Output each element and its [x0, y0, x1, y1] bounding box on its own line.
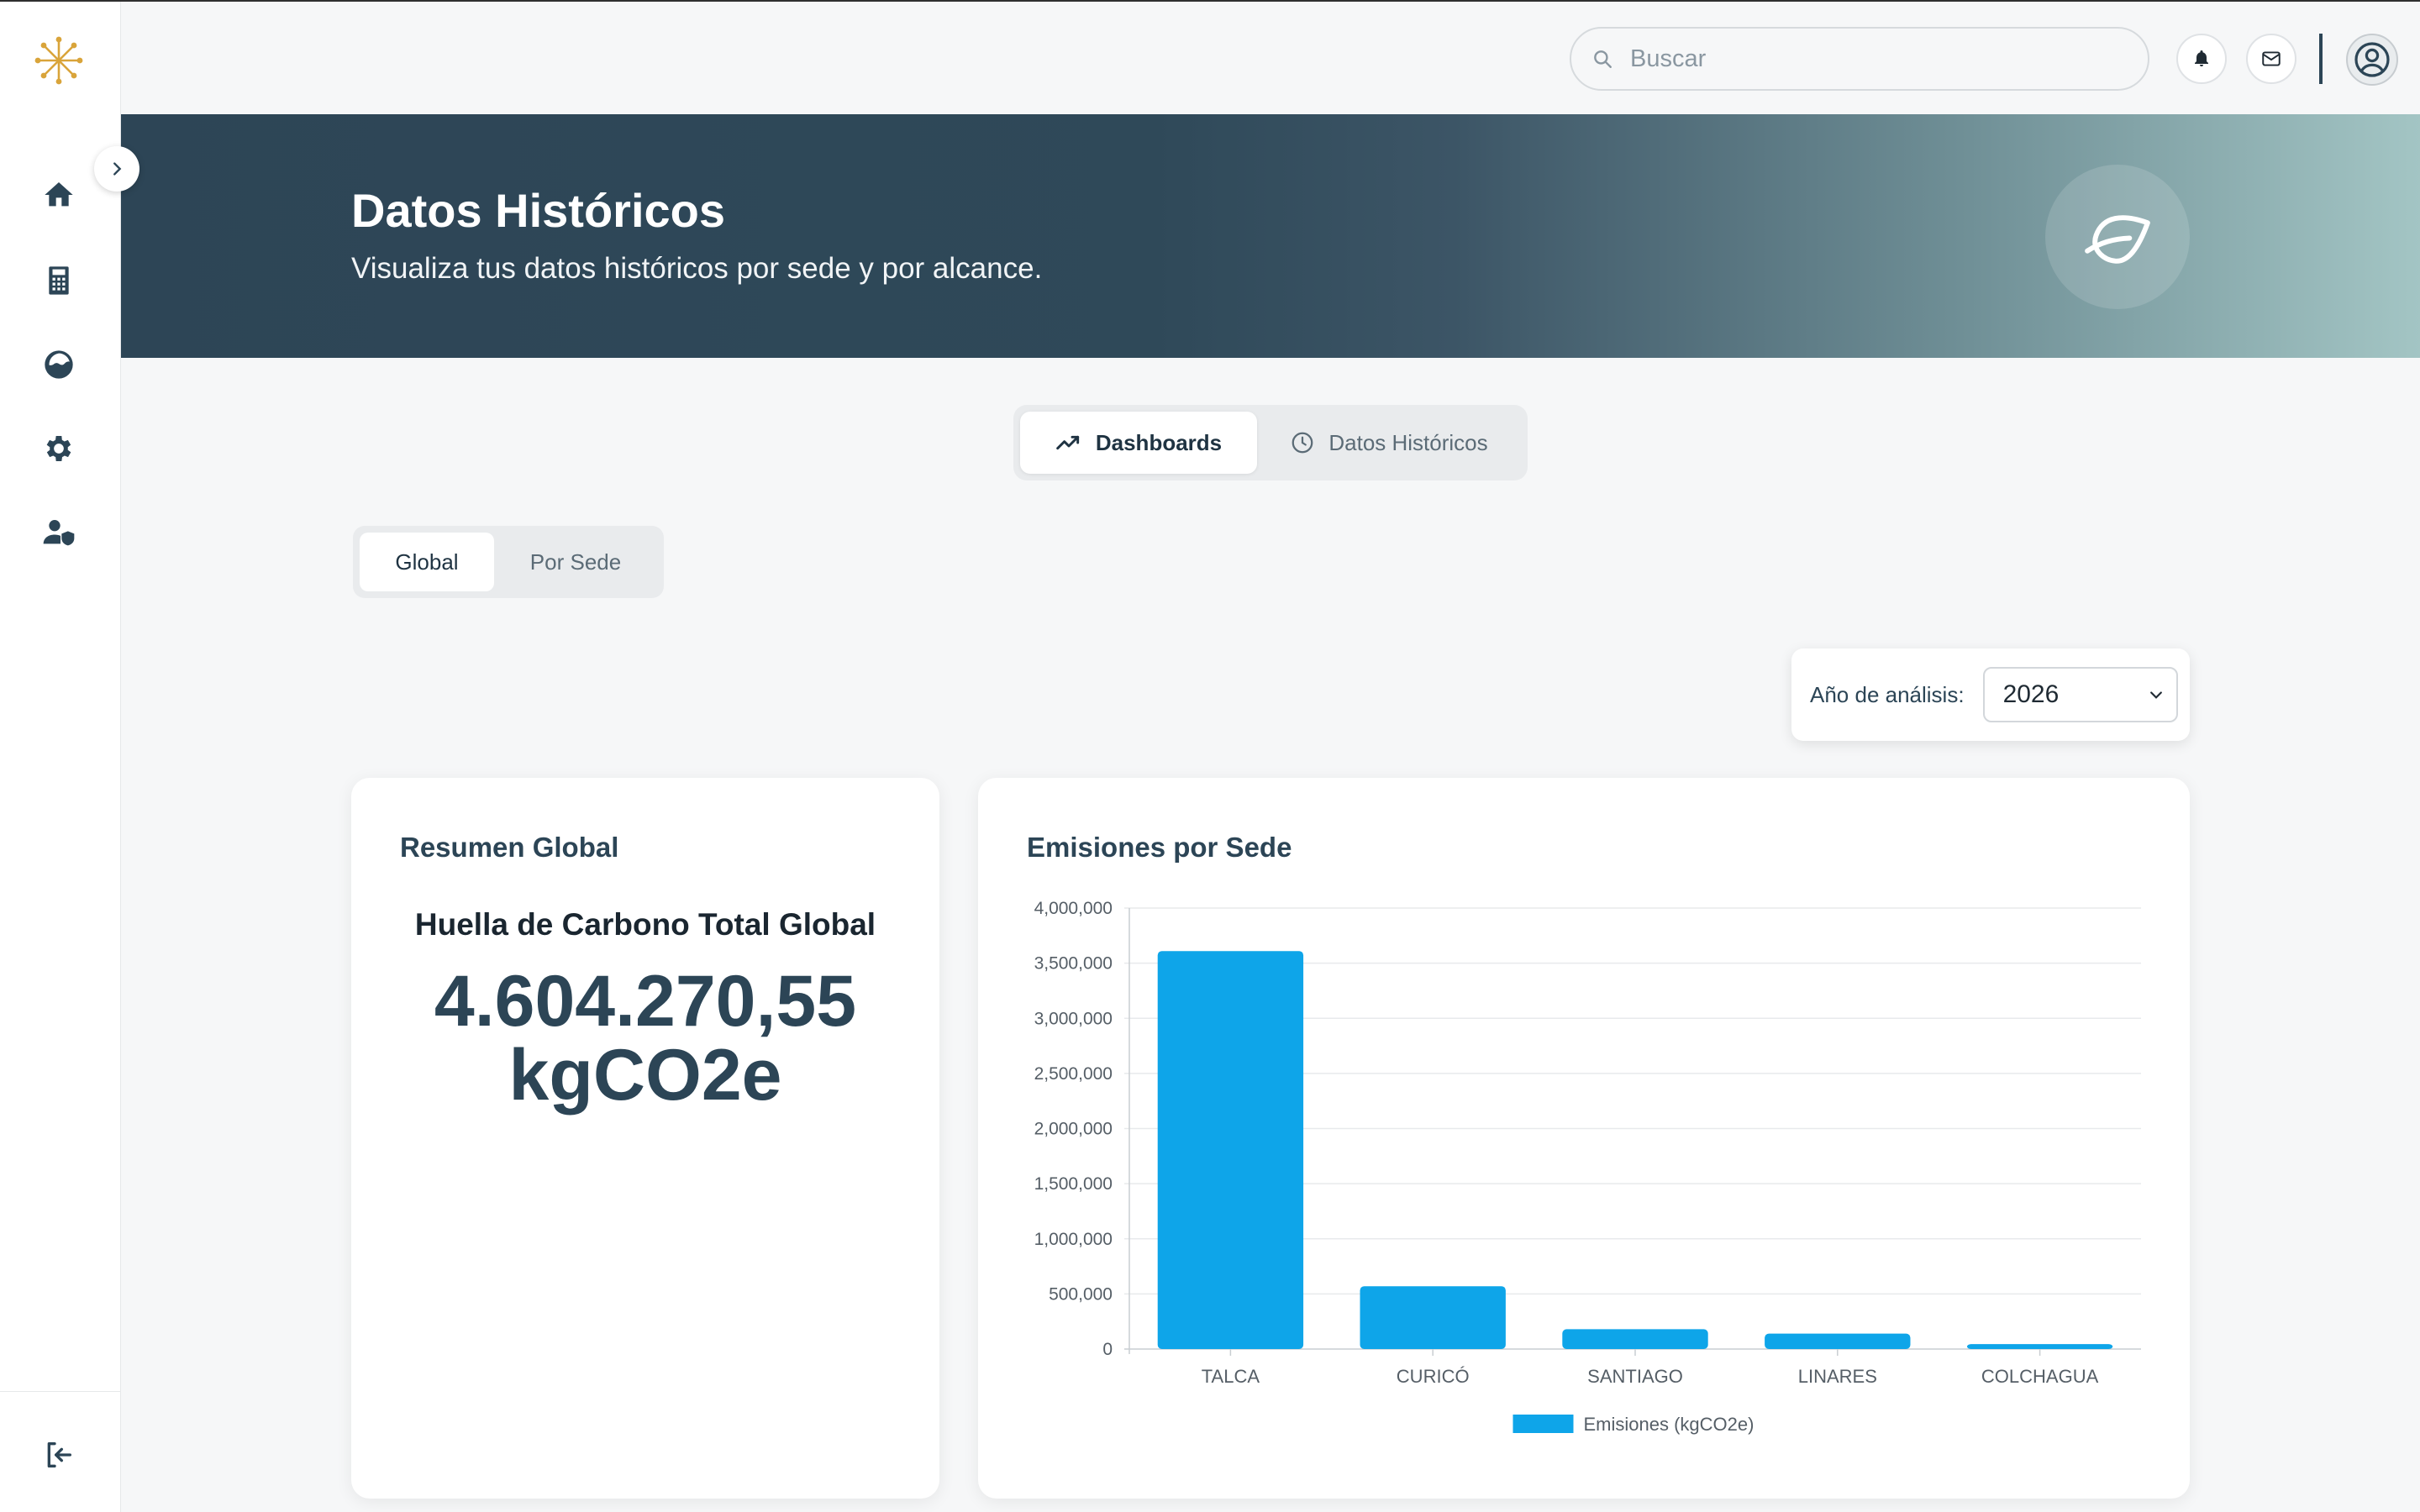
year-select-value: 2026	[2002, 680, 2060, 708]
messages-button[interactable]	[2246, 34, 2296, 84]
gear-icon	[46, 436, 71, 461]
year-filter: Año de análisis: 2026	[1791, 648, 2190, 741]
banner-badge	[2045, 165, 2190, 309]
summary-card-title: Resumen Global	[400, 832, 619, 863]
clock-icon	[1292, 432, 1313, 454]
tab-datos-historicos[interactable]: Datos Históricos	[1257, 412, 1521, 474]
chevron-down-icon	[2149, 691, 2162, 699]
year-select[interactable]: 2026	[1982, 667, 2178, 722]
avatar[interactable]	[2346, 34, 2398, 86]
y-tick-label: 0	[1102, 1340, 1113, 1359]
logout-button[interactable]	[34, 1430, 84, 1480]
y-tick-label: 2,500,000	[1034, 1064, 1113, 1084]
summary-heading: Huella de Carbono Total Global	[414, 907, 876, 942]
notifications-button[interactable]	[2176, 34, 2227, 84]
tab-label: Dashboards	[1095, 429, 1223, 455]
logo-icon[interactable]	[32, 34, 86, 87]
total-footprint-number: 4.604.270,55	[434, 961, 857, 1042]
page-title: Datos Históricos	[351, 184, 725, 237]
scope-tabs: Global Por Sede	[353, 526, 664, 598]
sidebar	[0, 2, 121, 1512]
x-tick-label: LINARES	[1798, 1366, 1877, 1387]
tab-global[interactable]: Global	[360, 533, 494, 591]
search-input[interactable]	[1630, 45, 2101, 73]
chart-card: Emisiones por Sede 0 500,000 1,000,000 1,50…	[978, 778, 2190, 1499]
total-footprint-value: 4.604.270,55 kgCO2e	[351, 964, 939, 1112]
x-tick-label: SANTIAGO	[1587, 1366, 1683, 1387]
summary-card: Resumen Global Huella de Carbono Total G…	[351, 778, 939, 1499]
chevron-right-icon	[113, 162, 122, 176]
sidebar-toggle-button[interactable]	[94, 146, 139, 192]
legend-swatch	[1512, 1415, 1574, 1433]
topbar-divider	[2319, 34, 2323, 84]
sidebar-item-calculator[interactable]	[34, 255, 84, 306]
bar	[1360, 1286, 1506, 1349]
sidebar-item-earth[interactable]	[34, 339, 84, 390]
bar	[1765, 1333, 1911, 1349]
main-tabs: Dashboards Datos Históricos	[1013, 405, 1528, 480]
logout-icon	[47, 1442, 72, 1467]
user-shield-icon	[43, 520, 75, 546]
earth-icon	[45, 350, 73, 379]
home-icon	[45, 182, 73, 207]
legend-label: Emisiones (kgCO2e)	[1584, 1414, 1754, 1435]
sidebar-divider	[0, 1391, 121, 1392]
total-footprint-unit: kgCO2e	[508, 1035, 782, 1116]
search-bar	[1570, 27, 2149, 91]
sidebar-item-settings[interactable]	[34, 423, 84, 474]
page-subtitle: Visualiza tus datos históricos por sede …	[351, 252, 1043, 285]
mail-icon	[2262, 51, 2281, 66]
bar	[1562, 1329, 1708, 1349]
bar	[1966, 1344, 2113, 1349]
bell-icon	[2195, 50, 2208, 66]
y-tick-label: 500,000	[1049, 1284, 1113, 1304]
sidebar-item-home[interactable]	[34, 170, 84, 220]
leaf-icon	[2085, 215, 2150, 264]
y-tick-label: 1,000,000	[1034, 1230, 1113, 1249]
y-tick-label: 4,000,000	[1034, 899, 1113, 918]
sidebar-item-users[interactable]	[34, 507, 84, 558]
page-banner: Datos Históricos Visualiza tus datos his…	[121, 114, 2420, 358]
y-tick-label: 3,500,000	[1034, 954, 1113, 974]
y-tick-label: 2,000,000	[1034, 1120, 1113, 1139]
user-icon	[2354, 42, 2390, 77]
year-filter-label: Año de análisis:	[1810, 681, 1965, 707]
x-tick-label: CURICÓ	[1397, 1366, 1470, 1387]
tab-por-sede[interactable]: Por Sede	[494, 533, 657, 591]
emissions-bar-chart: 0 500,000 1,000,000 1,500,000 2,000,000 2,500…	[1034, 899, 2141, 1435]
trend-line-icon	[1056, 435, 1079, 450]
x-tick-label: COLCHAGUA	[1981, 1366, 2099, 1387]
search-icon	[1594, 50, 1612, 68]
calculator-icon	[49, 266, 69, 295]
x-tick-label: TALCA	[1202, 1366, 1260, 1387]
y-tick-label: 3,000,000	[1034, 1009, 1113, 1028]
tab-dashboards[interactable]: Dashboards	[1020, 412, 1257, 474]
tab-label: Datos Históricos	[1328, 429, 1488, 455]
bar	[1157, 951, 1304, 1349]
y-tick-label: 1,500,000	[1034, 1174, 1113, 1194]
